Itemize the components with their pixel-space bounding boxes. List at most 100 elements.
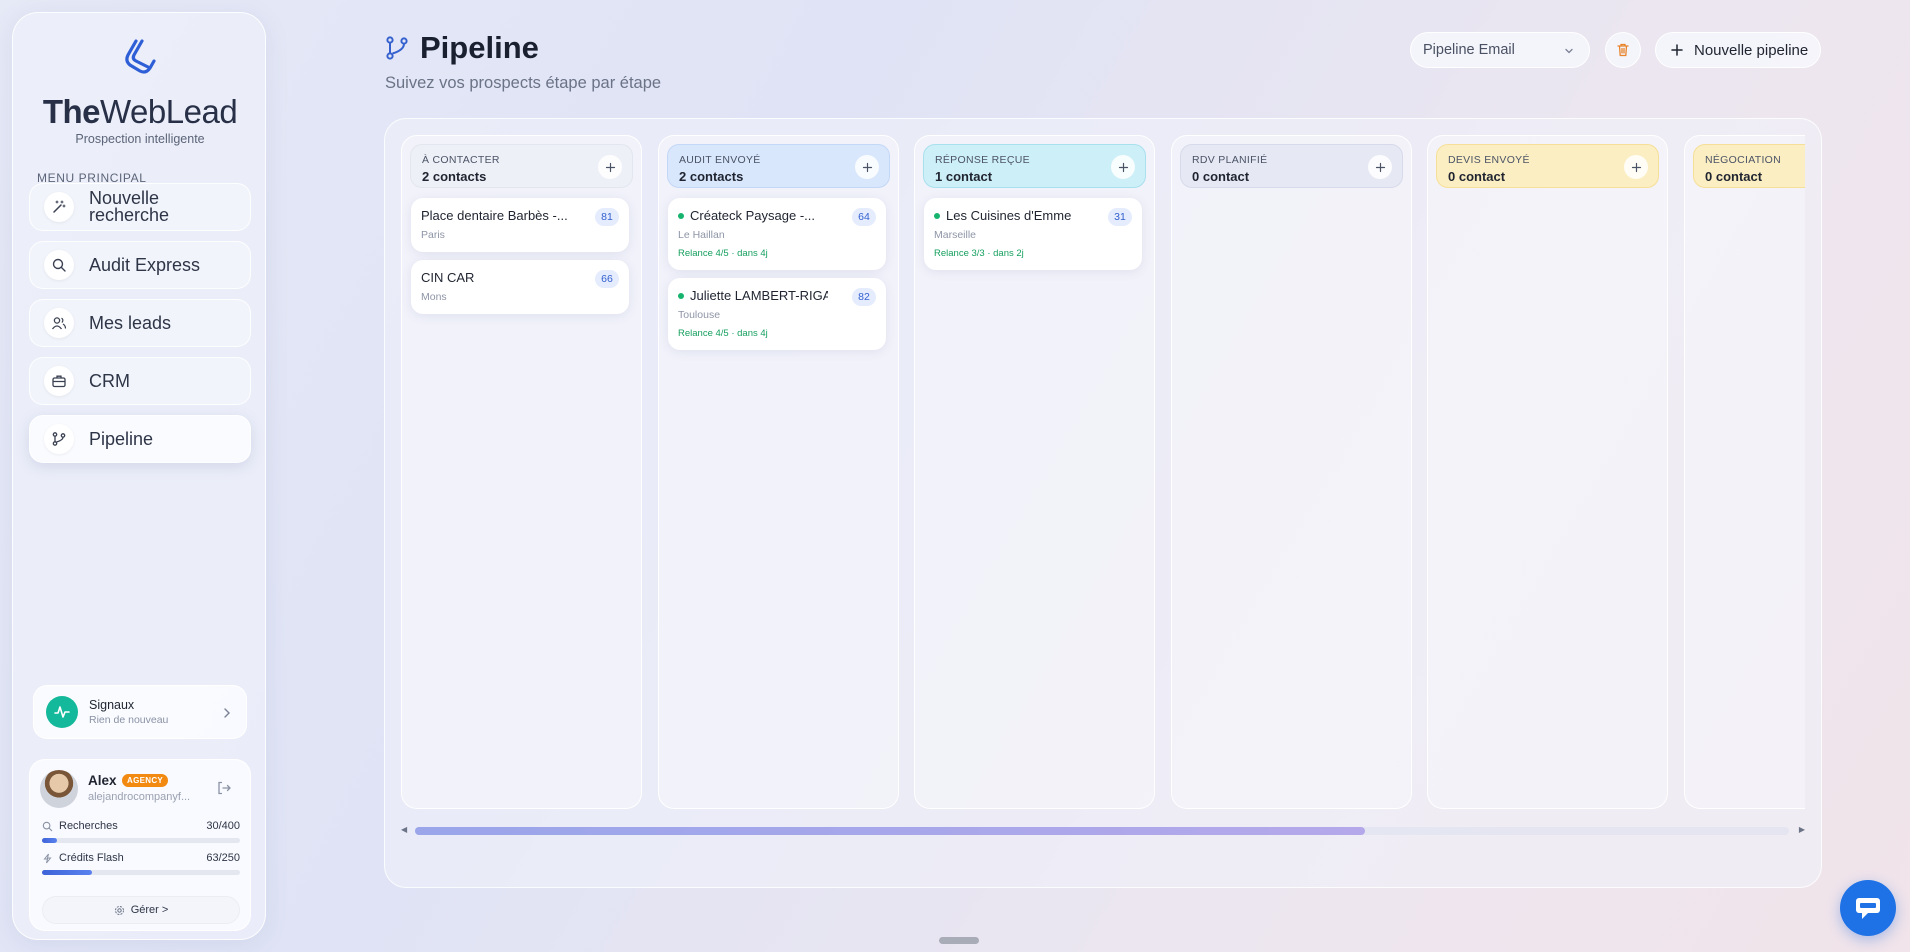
column-header: À CONTACTER 2 contacts (410, 144, 633, 188)
column-header: RÉPONSE REÇUE 1 contact (923, 144, 1146, 188)
chevron-right-icon (222, 706, 232, 724)
lead-score-badge: 31 (1108, 208, 1132, 226)
lead-city: Paris (421, 229, 445, 241)
search-icon (42, 821, 53, 831)
lead-city: Le Haillan (678, 229, 725, 241)
quota-value: 30/400 (206, 820, 240, 832)
git-branch-icon (386, 36, 408, 60)
horizontal-scrollbar[interactable]: ◀ ▶ (401, 825, 1805, 835)
sidebar-item-label: CRM (89, 370, 130, 391)
page-header: Pipeline (384, 30, 539, 66)
status-dot (678, 212, 684, 219)
pipeline-board: À CONTACTER 2 contacts Place dentaire Barb… (384, 118, 1822, 888)
lead-card[interactable]: Place dentaire Barbès -... 81 Paris (411, 198, 629, 252)
logo-icon (120, 35, 162, 77)
scroll-left-icon[interactable]: ◀ (401, 825, 407, 834)
lead-score-badge: 66 (595, 270, 619, 288)
plus-icon (1118, 162, 1128, 172)
plan-badge: AGENCY (122, 774, 169, 787)
quota-label: Recherches (59, 820, 118, 832)
sidebar-item-label: Audit Express (89, 254, 201, 275)
column-count: 0 contact (1192, 169, 1250, 184)
user-card: Alex AGENCY alejandrocompanyf... Recherc… (29, 759, 251, 931)
plus-icon (1671, 44, 1683, 56)
quota-searches: Recherches 30/400 (42, 820, 240, 832)
sidebar-item-pipeline[interactable]: Pipeline (29, 415, 251, 463)
lead-name: Juliette LAMBERT-RIGA... (678, 288, 828, 303)
delete-pipeline-button[interactable] (1605, 32, 1641, 68)
column-header: NÉGOCIATION 0 contact (1693, 144, 1805, 188)
lead-followup: Relance 3/3 · dans 2j (934, 248, 1024, 259)
sidebar-item-label: Pipeline (89, 428, 154, 449)
user-name: Alex (88, 773, 117, 788)
pipeline-column: AUDIT ENVOYÉ 2 contacts Créateck Paysage -… (658, 135, 899, 809)
magic-wand-icon (44, 192, 74, 222)
sidebar-item-audit-express[interactable]: Audit Express (29, 241, 251, 289)
lightning-icon (43, 853, 52, 863)
quota-flash-credits: Crédits Flash 63/250 (42, 852, 240, 864)
lead-card[interactable]: Créateck Paysage -... 64 Le Haillan Relance… (668, 198, 886, 270)
status-dot (934, 212, 940, 219)
column-title: RÉPONSE REÇUE (935, 154, 1030, 166)
drag-handle[interactable] (939, 937, 979, 944)
pipeline-column: À CONTACTER 2 contacts Place dentaire Barb… (401, 135, 642, 809)
gear-icon (114, 905, 124, 915)
add-contact-button[interactable] (1368, 155, 1392, 179)
brand-name: TheWebLead (42, 93, 238, 130)
quota-value: 63/250 (206, 852, 240, 864)
sidebar-item-mes-leads[interactable]: Mes leads (29, 299, 251, 347)
quota-flash-bar (42, 870, 240, 875)
lead-name-text: Place dentaire Barbès -... (421, 208, 568, 223)
new-pipeline-button[interactable]: Nouvelle pipeline (1655, 32, 1821, 68)
lead-name-text: Créateck Paysage -... (690, 208, 815, 223)
chat-button[interactable] (1840, 880, 1896, 936)
sidebar-item-crm[interactable]: CRM (29, 357, 251, 405)
plus-icon (605, 162, 615, 172)
lead-name: Créateck Paysage -... (678, 208, 828, 223)
lead-name-text: Juliette LAMBERT-RIGA... (690, 288, 828, 303)
lead-name: Place dentaire Barbès -... (421, 208, 571, 223)
column-count: 2 contacts (422, 169, 487, 184)
lead-score-badge: 81 (595, 208, 619, 226)
add-contact-button[interactable] (1111, 155, 1135, 179)
column-count: 0 contact (1448, 169, 1506, 184)
lead-city: Mons (421, 291, 447, 303)
quota-label: Crédits Flash (59, 852, 124, 864)
lead-card[interactable]: Les Cuisines d'Emme 31 Marseille Relance 3/… (924, 198, 1142, 270)
page-subtitle: Suivez vos prospects étape par étape (385, 74, 662, 92)
sidebar-item-nouvelle-recherche[interactable]: Nouvelle recherche (29, 183, 251, 231)
avatar (40, 770, 78, 808)
logout-icon[interactable] (216, 780, 232, 801)
new-pipeline-label: Nouvelle pipeline (1694, 41, 1809, 59)
add-contact-button[interactable] (598, 155, 622, 179)
scrollbar-thumb[interactable] (415, 827, 1365, 835)
quota-bar-fill (42, 838, 57, 843)
scroll-right-icon[interactable]: ▶ (1799, 825, 1805, 834)
lead-followup: Relance 4/5 · dans 4j (678, 248, 768, 259)
column-title: RDV PLANIFIÉ (1192, 154, 1268, 166)
board-columns: À CONTACTER 2 contacts Place dentaire Barb… (401, 135, 1805, 929)
lead-score-badge: 82 (852, 288, 876, 306)
add-contact-button[interactable] (1624, 155, 1648, 179)
column-title: NÉGOCIATION (1705, 154, 1782, 166)
sidebar: TheWebLead Prospection intelligente MENU… (12, 12, 266, 940)
pipeline-column: RDV PLANIFIÉ 0 contact (1171, 135, 1412, 809)
lead-card[interactable]: CIN CAR 66 Mons (411, 260, 629, 314)
user-email: alejandrocompanyf... (88, 791, 191, 803)
column-count: 2 contacts (679, 169, 744, 184)
column-title: DEVIS ENVOYÉ (1448, 154, 1530, 166)
column-title: AUDIT ENVOYÉ (679, 154, 761, 166)
manage-button[interactable]: Gérer > (42, 896, 240, 924)
pipeline-select[interactable]: Pipeline Email (1410, 32, 1590, 68)
status-dot (678, 292, 684, 299)
lead-name-text: Les Cuisines d'Emme (946, 208, 1072, 223)
pipeline-column: DEVIS ENVOYÉ 0 contact (1427, 135, 1668, 809)
add-contact-button[interactable] (855, 155, 879, 179)
brand-tagline: Prospection intelligente (75, 132, 205, 146)
lead-city: Marseille (934, 229, 977, 241)
column-header: AUDIT ENVOYÉ 2 contacts (667, 144, 890, 188)
lead-card[interactable]: Juliette LAMBERT-RIGA... 82 Toulouse Relanc… (668, 278, 886, 350)
signals-card[interactable]: Signaux Rien de nouveau (33, 685, 247, 739)
column-header: RDV PLANIFIÉ 0 contact (1180, 144, 1403, 188)
signals-subtitle: Rien de nouveau (89, 714, 169, 726)
